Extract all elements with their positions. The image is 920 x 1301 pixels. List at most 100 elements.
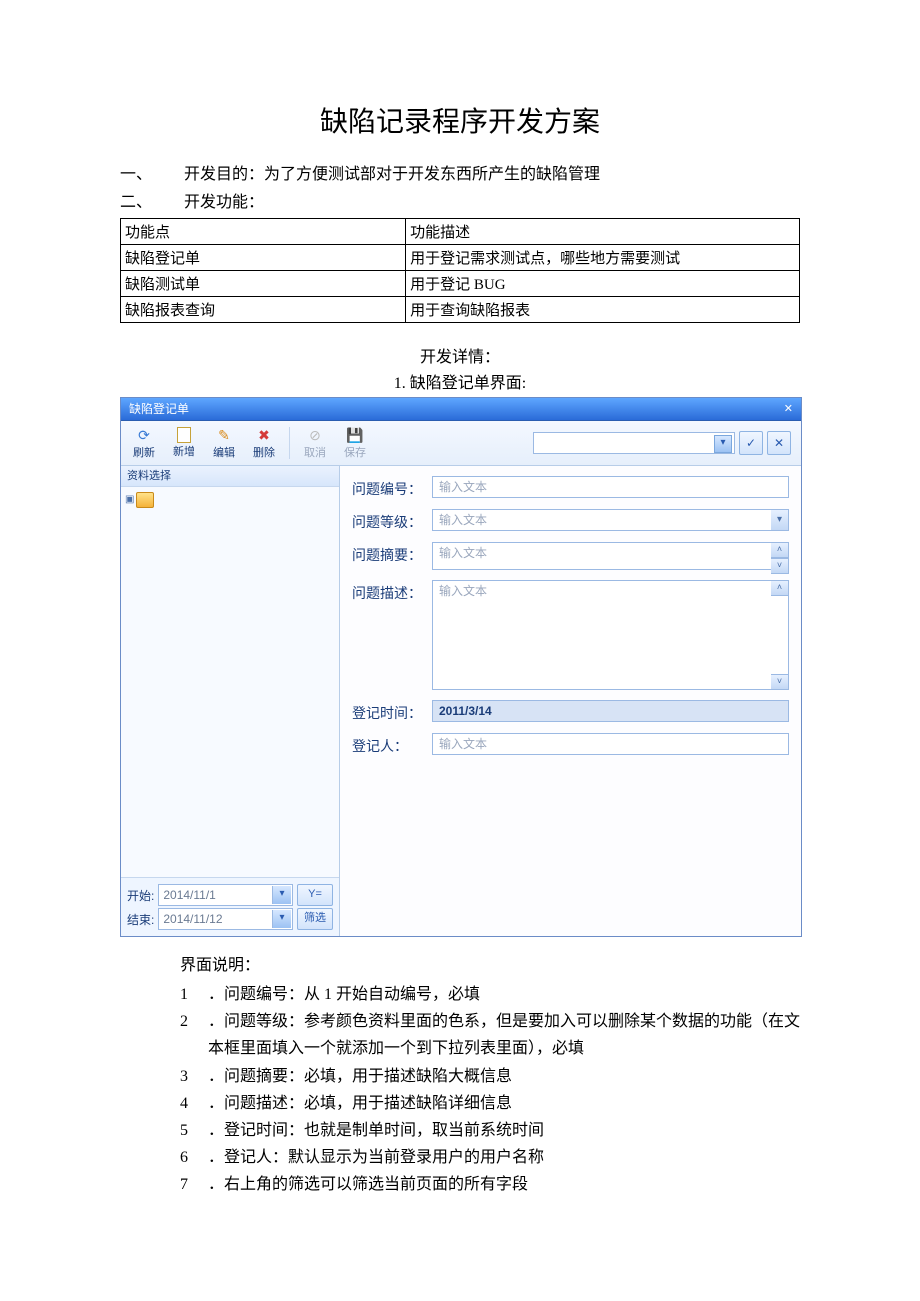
td-feature: 缺陷测试单 — [121, 271, 406, 297]
add-icon — [177, 427, 191, 443]
list-item: 1．问题编号：从 1 开始自动编号，必填 — [180, 981, 800, 1008]
spin-buttons: ˄ ˅ — [771, 580, 789, 690]
section-2-text: 开发功能： — [184, 194, 264, 211]
tree-view[interactable]: ▣ — [121, 487, 339, 877]
body-split: 资料选择 ▣ 开始: 2014/11/1 ▾ Y= — [121, 466, 801, 936]
search-box: ▾ ✓ ✕ — [533, 431, 797, 455]
refresh-icon: ⟳ — [138, 426, 150, 444]
collapse-icon: ▣ — [125, 494, 134, 505]
td-desc: 用于登记需求测试点，哪些地方需要测试 — [406, 245, 800, 271]
chevron-down-icon[interactable]: ▾ — [272, 910, 291, 928]
clear-filter-button[interactable]: ✕ — [767, 431, 791, 455]
th-desc: 功能描述 — [406, 219, 800, 245]
section-2-num: 二、 — [120, 188, 180, 212]
date-filter: 开始: 2014/11/1 ▾ Y= 结束: 2014/11/12 ▾ — [121, 877, 339, 936]
tree-root-node[interactable]: ▣ — [125, 492, 154, 508]
reg-user-row: 登记人： 输入文本 — [352, 733, 789, 756]
section-2: 二、 开发功能： — [120, 188, 800, 212]
table-row: 缺陷登记单 用于登记需求测试点，哪些地方需要测试 — [121, 245, 800, 271]
window-title: 缺陷登记单 — [129, 398, 189, 420]
reg-time-row: 登记时间： 2011/3/14 — [352, 700, 789, 723]
issue-level-input[interactable]: 输入文本 — [432, 509, 789, 531]
chevron-down-icon[interactable]: ˅ — [771, 558, 789, 574]
list-item: 3．问题摘要：必填，用于描述缺陷大概信息 — [180, 1063, 800, 1090]
td-feature: 缺陷登记单 — [121, 245, 406, 271]
left-pane: 资料选择 ▣ 开始: 2014/11/1 ▾ Y= — [121, 466, 340, 936]
dev-detail-heading: 开发详情： — [120, 343, 800, 367]
doc-title: 缺陷记录程序开发方案 — [120, 100, 800, 140]
document-page: 缺陷记录程序开发方案 一、 开发目的：为了方便测试部对于开发东西所产生的缺陷管理… — [0, 0, 920, 1259]
edit-label: 编辑 — [213, 444, 235, 460]
section-1: 一、 开发目的：为了方便测试部对于开发东西所产生的缺陷管理 — [120, 160, 800, 184]
cancel-button[interactable]: ⊘ 取消 — [296, 422, 334, 464]
issue-summary-row: 问题摘要： 输入文本 ˄ ˅ — [352, 542, 789, 570]
edit-icon: ✎ — [218, 426, 230, 444]
delete-button[interactable]: ✖ 删除 — [245, 422, 283, 464]
add-button[interactable]: 新增 — [165, 422, 203, 464]
filter-button[interactable]: 筛选 — [297, 908, 333, 930]
app-window: 缺陷登记单 ✕ ⟳ 刷新 新增 ✎ 编辑 ✖ 删除 ⊘ 取消 — [120, 397, 802, 937]
issue-summary-input[interactable]: 输入文本 — [432, 542, 789, 570]
save-label: 保存 — [344, 444, 366, 460]
refresh-button[interactable]: ⟳ 刷新 — [125, 422, 163, 464]
y-button[interactable]: Y= — [297, 884, 333, 906]
th-feature: 功能点 — [121, 219, 406, 245]
reg-user-label: 登记人： — [352, 733, 432, 756]
issue-level-label: 问题等级： — [352, 509, 432, 532]
list-item: 6．登记人：默认显示为当前登录用户的用户名称 — [180, 1144, 800, 1171]
chevron-down-icon[interactable]: ˅ — [771, 674, 789, 690]
chevron-up-icon[interactable]: ˄ — [771, 580, 789, 596]
issue-id-row: 问题编号： 输入文本 — [352, 476, 789, 499]
refresh-label: 刷新 — [133, 444, 155, 460]
issue-summary-label: 问题摘要： — [352, 542, 432, 565]
chevron-up-icon[interactable]: ˄ — [771, 542, 789, 558]
chevron-down-icon[interactable]: ▾ — [714, 435, 732, 453]
chevron-down-icon[interactable]: ▾ — [771, 509, 789, 531]
table-row: 缺陷测试单 用于登记 BUG — [121, 271, 800, 297]
end-date-input[interactable]: 2014/11/12 ▾ — [158, 908, 293, 930]
section-1-num: 一、 — [120, 160, 180, 184]
list-item: 4．问题描述：必填，用于描述缺陷详细信息 — [180, 1090, 800, 1117]
ui-caption: 1. 缺陷登记单界面: — [120, 369, 800, 393]
reg-user-input[interactable]: 输入文本 — [432, 733, 789, 755]
end-label: 结束: — [127, 911, 154, 928]
function-table: 功能点 功能描述 缺陷登记单 用于登记需求测试点，哪些地方需要测试 缺陷测试单 … — [120, 218, 800, 323]
list-item: 7．右上角的筛选可以筛选当前页面的所有字段 — [180, 1171, 800, 1198]
close-icon[interactable]: ✕ — [784, 398, 793, 420]
add-label: 新增 — [173, 443, 195, 459]
issue-desc-label: 问题描述： — [352, 580, 432, 603]
reg-time-value: 2011/3/14 — [432, 700, 789, 722]
issue-id-label: 问题编号： — [352, 476, 432, 499]
delete-label: 删除 — [253, 444, 275, 460]
list-item: 5．登记时间：也就是制单时间，取当前系统时间 — [180, 1117, 800, 1144]
end-date-row: 结束: 2014/11/12 ▾ 筛选 — [127, 908, 333, 930]
issue-id-input[interactable]: 输入文本 — [432, 476, 789, 498]
td-desc: 用于登记 BUG — [406, 271, 800, 297]
chevron-down-icon[interactable]: ▾ — [272, 886, 291, 904]
section-1-text: 开发目的：为了方便测试部对于开发东西所产生的缺陷管理 — [184, 166, 600, 183]
table-row: 功能点 功能描述 — [121, 219, 800, 245]
cancel-icon: ⊘ — [309, 426, 321, 444]
list-item: 2．问题等级：参考颜色资料里面的色系，但是要加入可以删除某个数据的功能（在文本框… — [180, 1008, 800, 1062]
window-titlebar: 缺陷登记单 ✕ — [121, 398, 801, 421]
start-label: 开始: — [127, 887, 154, 904]
save-icon: 💾 — [346, 426, 363, 444]
td-desc: 用于查询缺陷报表 — [406, 297, 800, 323]
table-row: 缺陷报表查询 用于查询缺陷报表 — [121, 297, 800, 323]
confirm-filter-button[interactable]: ✓ — [739, 431, 763, 455]
delete-icon: ✖ — [258, 426, 270, 444]
start-date-input[interactable]: 2014/11/1 ▾ — [158, 884, 293, 906]
td-feature: 缺陷报表查询 — [121, 297, 406, 323]
search-input[interactable]: ▾ — [533, 432, 735, 454]
save-button[interactable]: 💾 保存 — [336, 422, 374, 464]
pane-head: 资料选择 — [121, 466, 339, 487]
spin-buttons: ˄ ˅ — [771, 542, 789, 574]
toolbar: ⟳ 刷新 新增 ✎ 编辑 ✖ 删除 ⊘ 取消 💾 保存 — [121, 421, 801, 466]
end-date-value: 2014/11/12 — [163, 912, 222, 926]
issue-level-row: 问题等级： 输入文本 ▾ — [352, 509, 789, 532]
reg-time-label: 登记时间： — [352, 700, 432, 723]
issue-desc-input[interactable]: 输入文本 — [432, 580, 789, 690]
edit-button[interactable]: ✎ 编辑 — [205, 422, 243, 464]
issue-desc-row: 问题描述： 输入文本 ˄ ˅ — [352, 580, 789, 690]
start-date-value: 2014/11/1 — [163, 888, 216, 902]
